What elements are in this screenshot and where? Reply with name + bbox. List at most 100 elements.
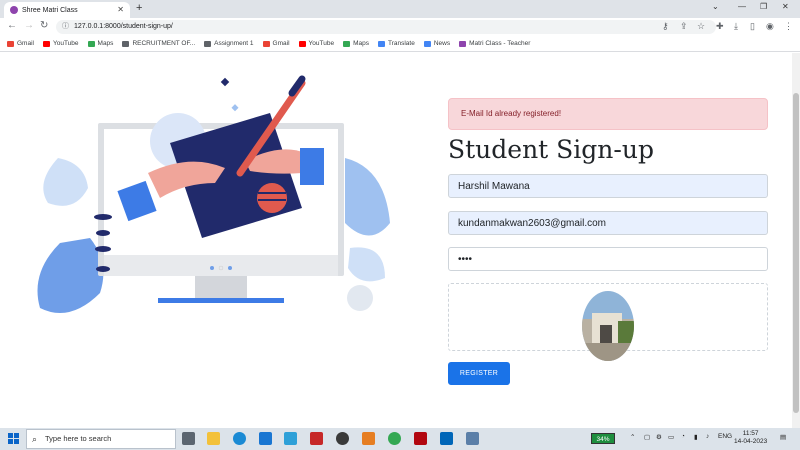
taskbar-search-placeholder: Type here to search (45, 434, 112, 443)
name-field[interactable] (448, 174, 768, 198)
extensions-icon[interactable]: ✚ (716, 21, 724, 32)
leaf-left (37, 238, 104, 313)
tray-display-icon[interactable]: ▭ (668, 433, 674, 441)
page-scrollbar[interactable] (792, 53, 800, 428)
new-tab-icon[interactable]: + (136, 2, 142, 14)
bookmark-item[interactable]: News (423, 40, 450, 47)
paint-app-icon[interactable] (362, 432, 375, 445)
register-button[interactable]: REGISTER (448, 362, 510, 385)
close-tab-icon[interactable]: ✕ (117, 5, 124, 14)
bookmark-label: Gmail (272, 40, 290, 47)
profile-photo-preview (582, 291, 634, 361)
bookmark-label: Maps (97, 40, 114, 47)
address-bar[interactable]: ⓘ 127.0.0.1:8000/student-sign-up/ (56, 20, 716, 34)
linkedin-app-icon[interactable] (284, 432, 297, 445)
vscode-icon[interactable] (440, 432, 453, 445)
chrome-icon[interactable] (388, 432, 401, 445)
bookmark-label: Maps (353, 40, 369, 47)
share-icon[interactable]: ⇪ (680, 21, 688, 32)
leaf-right-small (348, 247, 385, 282)
tab-title: Shree Matri Class (22, 6, 78, 14)
restore-icon[interactable]: ❐ (760, 2, 767, 11)
browser-toolbar: ← → ↻ ⓘ 127.0.0.1:8000/student-sign-up/ … (0, 18, 800, 36)
scrollbar-thumb[interactable] (793, 93, 799, 413)
deco-diamond-2 (231, 104, 239, 112)
xbox-icon[interactable] (336, 432, 349, 445)
bookmark-favicon-icon (377, 40, 385, 47)
volume-icon[interactable]: ♪ (706, 433, 709, 440)
clock-date: 14-04-2023 (734, 438, 768, 445)
tray-app-icon[interactable]: ▢ (644, 433, 650, 441)
bookmark-item[interactable]: RECRUITMENT OF... (122, 40, 195, 47)
leaf-round (347, 285, 373, 311)
bookmark-star-icon[interactable]: ☆ (697, 21, 705, 32)
site-info-icon[interactable]: ⓘ (62, 20, 69, 34)
tray-gear-icon[interactable]: ⚙ (656, 433, 662, 441)
notification-icon[interactable]: ▤ (780, 433, 786, 441)
signup-illustration (37, 75, 390, 313)
bookmark-item[interactable]: Gmail (262, 40, 290, 47)
bookmark-favicon-icon (343, 40, 351, 47)
striped-circle (257, 183, 287, 213)
download-icon[interactable]: ⤓ (734, 21, 738, 32)
reload-icon[interactable]: ↻ (40, 20, 48, 31)
battery-icon[interactable]: ▮ (694, 433, 698, 441)
bookmark-label: Gmail (17, 40, 34, 47)
back-icon[interactable]: ← (7, 20, 17, 31)
bookmark-label: YouTube (308, 40, 335, 47)
screen-dot-3 (228, 266, 232, 270)
deco-diamond (220, 77, 230, 87)
show-hidden-icons-icon[interactable]: ⌃ (630, 433, 635, 441)
bookmark-favicon-icon (298, 40, 306, 47)
monitor-stand (195, 276, 247, 298)
bookmark-favicon-icon (423, 40, 431, 47)
tab-search-chevron-icon[interactable]: ⌄ (712, 2, 719, 11)
bookmark-item[interactable]: Matri Class - Teacher (459, 40, 530, 47)
bookmark-favicon-icon (122, 40, 130, 47)
file-explorer-icon[interactable] (207, 432, 220, 445)
bookmark-favicon-icon (459, 40, 467, 47)
mail-icon[interactable] (259, 432, 272, 445)
password-field[interactable] (448, 247, 768, 271)
windows-start-icon[interactable] (8, 433, 19, 444)
mcafee-icon[interactable] (310, 432, 323, 445)
photo-dropzone[interactable] (448, 283, 768, 361)
bookmark-favicon-icon (42, 40, 50, 47)
bookmark-label: Assignment 1 (214, 40, 254, 47)
system-clock[interactable]: 11:57 14-04-2023 (734, 430, 767, 446)
bookmark-item[interactable]: Maps (87, 40, 114, 47)
virtualbox-icon[interactable] (466, 432, 479, 445)
bookmark-item[interactable]: Gmail (7, 40, 34, 47)
edge-icon[interactable] (233, 432, 246, 445)
netflix-icon[interactable] (414, 432, 427, 445)
bookmark-item[interactable]: Translate (377, 40, 415, 47)
browser-tab[interactable]: Shree Matri Class ✕ (4, 2, 130, 18)
bookmark-favicon-icon (7, 40, 14, 47)
bookmark-item[interactable]: Maps (343, 40, 369, 47)
close-window-icon[interactable]: ✕ (782, 2, 789, 11)
language-indicator[interactable]: ENG (718, 433, 732, 440)
email-field[interactable] (448, 211, 768, 235)
wifi-icon[interactable]: ◔ (681, 433, 685, 440)
bookmark-item[interactable]: YouTube (42, 40, 79, 47)
forward-icon[interactable]: → (24, 20, 34, 31)
profile-avatar-icon[interactable]: ◉ (766, 21, 774, 32)
bookmark-label: YouTube (52, 40, 79, 47)
search-icon: ⌕ (32, 434, 38, 444)
bookmark-label: Matri Class - Teacher (469, 40, 531, 47)
bookmark-item[interactable]: Assignment 1 (204, 40, 254, 47)
monitor-base (158, 298, 284, 303)
bookmark-item[interactable]: YouTube (298, 40, 335, 47)
task-view-icon[interactable] (182, 432, 195, 445)
leaf-left-small (43, 158, 88, 206)
monitor-chin (104, 255, 338, 276)
minimize-icon[interactable]: — (738, 2, 746, 11)
bookmark-favicon-icon (204, 40, 212, 47)
browser-titlebar: Shree Matri Class ✕ + ⌄ — ❐ ✕ (0, 0, 800, 18)
key-icon[interactable]: ⚷ (662, 21, 669, 32)
battery-indicator[interactable]: 34% (591, 433, 615, 444)
side-panel-icon[interactable]: ▯ (750, 21, 755, 32)
taskbar-search[interactable]: ⌕ Type here to search (26, 429, 176, 449)
bookmark-favicon-icon (87, 40, 95, 47)
menu-icon[interactable]: ⋮ (784, 21, 793, 32)
